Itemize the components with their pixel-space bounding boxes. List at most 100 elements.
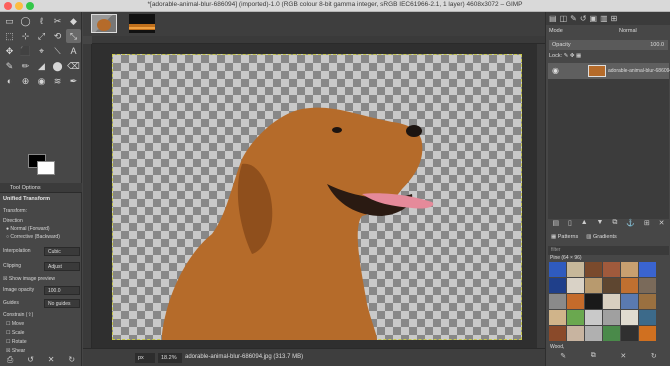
delete-layer-icon[interactable]: ✕ — [659, 219, 665, 231]
pattern-swatch[interactable] — [549, 326, 566, 341]
pattern-swatch[interactable] — [603, 326, 620, 341]
pattern-swatch[interactable] — [567, 262, 584, 277]
pattern-swatch[interactable] — [567, 326, 584, 341]
pattern-swatch[interactable] — [549, 262, 566, 277]
pattern-swatch[interactable] — [639, 294, 656, 309]
dock-menu-icon[interactable]: ⊞ — [611, 14, 618, 23]
save-options-icon[interactable]: ⎙ — [7, 355, 13, 366]
anchor-layer-icon[interactable]: ⚓ — [626, 219, 635, 231]
edit-pattern-icon[interactable]: ✎ — [560, 352, 566, 364]
reset-options-icon[interactable]: ↻ — [68, 355, 75, 366]
image-opacity-field[interactable]: 100.0 — [44, 286, 80, 295]
channels-tab-icon[interactable]: ◫ — [560, 14, 568, 23]
paths-tab-icon[interactable]: ✎ — [570, 14, 577, 23]
pattern-swatch[interactable] — [603, 262, 620, 277]
refresh-pattern-icon[interactable]: ↻ — [651, 352, 657, 364]
tool-button[interactable]: ⬛ — [18, 44, 33, 58]
pattern-swatch[interactable] — [549, 310, 566, 325]
tool-button[interactable]: ◐ — [2, 74, 17, 88]
tool-button[interactable]: ◉ — [34, 74, 49, 88]
duplicate-pattern-icon[interactable]: ⧉ — [591, 352, 596, 364]
pattern-swatch[interactable] — [603, 310, 620, 325]
tool-button[interactable]: ≋ — [50, 74, 65, 88]
tool-button[interactable]: ⌖ — [34, 44, 49, 58]
tool-button[interactable]: ✂ — [50, 14, 65, 28]
background-color[interactable] — [37, 161, 55, 175]
pattern-swatch[interactable] — [585, 262, 602, 277]
pattern-swatch[interactable] — [621, 294, 638, 309]
lock-alpha-icon[interactable]: ▦ — [576, 53, 581, 59]
pattern-swatch[interactable] — [585, 294, 602, 309]
delete-pattern-icon[interactable]: ✕ — [620, 352, 626, 364]
shear-checkbox[interactable]: ☒ Shear — [6, 348, 25, 354]
pattern-swatch[interactable] — [585, 326, 602, 341]
pattern-swatch[interactable] — [639, 278, 656, 293]
tool-button[interactable]: ⤡ — [66, 29, 81, 43]
clipping-select[interactable]: Adjust — [44, 262, 80, 271]
pattern-swatch[interactable] — [567, 294, 584, 309]
pattern-swatch[interactable] — [603, 294, 620, 309]
interpolation-select[interactable]: Cubic — [44, 247, 80, 256]
new-group-icon[interactable]: ▯ — [568, 219, 572, 231]
tool-button[interactable]: ℓ — [34, 14, 49, 28]
delete-options-icon[interactable]: ✕ — [48, 355, 55, 366]
tool-button[interactable]: ◢ — [34, 59, 49, 73]
tool-button[interactable]: ⟍ — [50, 44, 65, 58]
tool-button[interactable]: ◆ — [66, 14, 81, 28]
mask-layer-icon[interactable]: ⊞ — [644, 219, 650, 231]
pattern-swatch[interactable] — [639, 326, 656, 341]
pattern-swatch[interactable] — [639, 262, 656, 277]
pattern-swatch[interactable] — [585, 310, 602, 325]
pattern-swatch[interactable] — [603, 278, 620, 293]
duplicate-layer-icon[interactable]: ⧉ — [612, 219, 617, 231]
opacity-slider[interactable]: Opacity 100.0 — [549, 40, 668, 50]
tool-button[interactable]: ⬚ — [2, 29, 17, 43]
gradients-tab[interactable]: ▥ Gradients — [586, 234, 617, 244]
tool-button[interactable]: ✏ — [18, 59, 33, 73]
tool-button[interactable]: ✒ — [66, 74, 81, 88]
filter-input[interactable]: filter — [548, 246, 669, 255]
tool-button[interactable]: ⊕ — [18, 74, 33, 88]
pattern-swatch[interactable] — [639, 310, 656, 325]
raise-layer-icon[interactable]: ▲ — [581, 219, 588, 231]
pattern-swatch[interactable] — [621, 262, 638, 277]
direction-normal-radio[interactable]: ● Normal (Forward) — [6, 226, 50, 232]
tool-button[interactable]: ⌫ — [66, 59, 81, 73]
pattern-swatch[interactable] — [621, 326, 638, 341]
tool-button[interactable]: ⟲ — [50, 29, 65, 43]
tool-options-tab[interactable]: Tool Options — [0, 183, 82, 193]
fonts-tab-icon[interactable]: ▥ — [600, 14, 608, 23]
visibility-eye-icon[interactable]: ◉ — [552, 66, 559, 75]
move-checkbox[interactable]: ☐ Move — [6, 321, 24, 327]
pattern-swatch[interactable] — [549, 278, 566, 293]
unit-select[interactable]: px — [135, 353, 155, 363]
direction-corrective-radio[interactable]: ○ Corrective (Backward) — [6, 234, 60, 240]
tool-button[interactable]: ▭ — [2, 14, 17, 28]
tool-button[interactable]: A — [66, 44, 81, 58]
tool-button[interactable]: ✎ — [2, 59, 17, 73]
zoom-select[interactable]: 18.2% — [158, 353, 182, 363]
brushes-tab-icon[interactable]: ▣ — [590, 14, 598, 23]
guides-select[interactable]: No guides — [44, 299, 80, 308]
pattern-swatch[interactable] — [585, 278, 602, 293]
tool-button[interactable]: ⤢ — [34, 29, 49, 43]
layer-row[interactable]: ◉ adorable-animal-blur-686094 — [548, 63, 670, 79]
lock-position-icon[interactable]: ✥ — [570, 53, 575, 59]
undo-tab-icon[interactable]: ↺ — [580, 14, 587, 23]
lock-pixels-icon[interactable]: ✎ — [564, 53, 569, 59]
tool-button[interactable]: ⊹ — [18, 29, 33, 43]
pattern-swatch[interactable] — [567, 278, 584, 293]
patterns-tab[interactable]: ▦ Patterns — [551, 234, 578, 244]
tool-button[interactable]: ◯ — [18, 14, 33, 28]
tool-button[interactable]: ⬤ — [50, 59, 65, 73]
mode-select[interactable]: Normal — [619, 28, 637, 34]
pattern-swatch[interactable] — [567, 310, 584, 325]
new-layer-icon[interactable]: ▤ — [552, 219, 559, 231]
image-tab-active[interactable] — [91, 14, 117, 33]
restore-options-icon[interactable]: ↺ — [27, 355, 34, 366]
pattern-swatch[interactable] — [549, 294, 566, 309]
vertical-scrollbar[interactable] — [537, 44, 545, 348]
lower-layer-icon[interactable]: ▼ — [597, 219, 604, 231]
scale-checkbox[interactable]: ☐ Scale — [6, 330, 24, 336]
pattern-swatch[interactable] — [621, 278, 638, 293]
